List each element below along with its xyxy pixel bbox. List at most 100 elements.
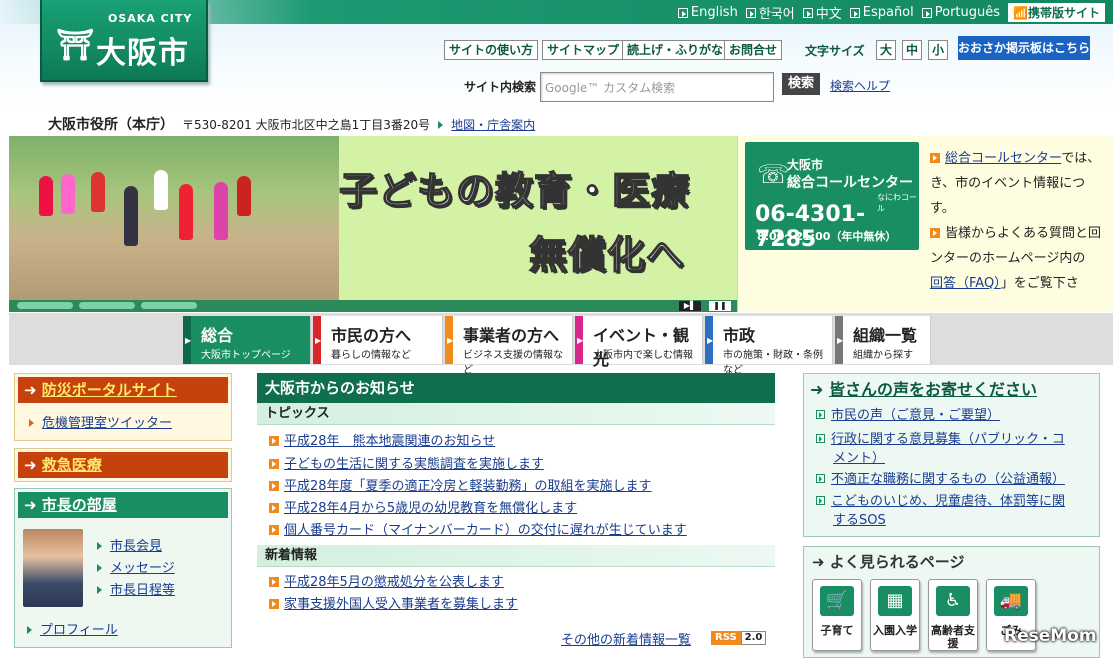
topic-item[interactable]: 個人番号カード（マイナンバーカード）の交付に遅れが生じています bbox=[269, 519, 687, 538]
font-size-label: 文字サイズ bbox=[805, 44, 865, 58]
call-center-link[interactable]: 総合コールセンター bbox=[945, 151, 1061, 166]
office-address: 大阪市役所（本庁） 〒530-8201 大阪市北区中之島1丁目3番20号 地図・… bbox=[48, 114, 535, 134]
whistleblowing-link[interactable]: 不適正な職務に関するもの（公益通報） bbox=[816, 470, 1065, 489]
carousel-dot[interactable] bbox=[17, 302, 73, 309]
site-usage-button[interactable]: サイトの使い方 bbox=[444, 40, 539, 60]
site-logo[interactable]: OSAKA CITY ⛩ 大阪市 bbox=[40, 0, 208, 82]
mayor-press-link[interactable]: 市長会見 bbox=[97, 535, 162, 554]
hero-banner[interactable]: 子どもの教育・医療 無償化へ ▶▌ ❚❚ bbox=[9, 136, 737, 312]
lang-spanish[interactable]: Español bbox=[849, 5, 914, 20]
nav-events[interactable]: ▶ イベント・観光 大阪市内で楽しむ情報 bbox=[575, 316, 703, 369]
arrow-icon bbox=[745, 7, 756, 18]
elderly-icon: ♿ bbox=[936, 586, 970, 616]
topic-item[interactable]: 子どもの生活に関する実態調査を実施します bbox=[269, 453, 544, 472]
triangle-icon bbox=[97, 542, 102, 550]
voice-panel: ➜ 皆さんの声をお寄せください 市民の声（ご意見・ご要望） 行政に関する意見募集… bbox=[803, 373, 1100, 537]
emergency-medical-link[interactable]: ➜ 救急医療 bbox=[18, 452, 228, 478]
mobile-site-link[interactable]: 📶携帯版サイト bbox=[1008, 3, 1105, 22]
cc-text-line: き、市のイベント情報につ bbox=[930, 176, 1086, 191]
children-photo bbox=[9, 136, 339, 302]
cc-tel: 06-4301-7285 bbox=[755, 202, 866, 252]
truck-icon: 🚚 bbox=[994, 586, 1028, 616]
lang-korean[interactable]: 한국어 bbox=[745, 3, 795, 22]
popular-childcare-button[interactable]: 🛒 子育て bbox=[812, 579, 862, 651]
arrow-icon bbox=[269, 436, 279, 446]
arrow-icon bbox=[269, 503, 279, 513]
arrow-icon: ➜ bbox=[810, 380, 829, 399]
search-help-link[interactable]: 検索ヘルプ bbox=[830, 77, 890, 94]
nav-general[interactable]: ▶ 総合 大阪市トップページ bbox=[183, 316, 311, 364]
rss-button[interactable]: RSS 2.0 bbox=[711, 631, 771, 645]
arrow-icon bbox=[816, 434, 825, 443]
lang-english[interactable]: English bbox=[677, 5, 738, 20]
cc-hours: 8:00～21:00（年中無休） bbox=[757, 230, 897, 243]
topic-item[interactable]: 平成28年4月から5歳児の幼児教育を無償化します bbox=[269, 497, 577, 516]
arrow-icon bbox=[677, 7, 688, 18]
mayor-box: ➜ 市長の部屋 市長会見 メッセージ 市長日程等 プロフィール bbox=[14, 488, 232, 648]
carousel-dot[interactable] bbox=[79, 302, 135, 309]
mayor-room-link[interactable]: ➜ 市長の部屋 bbox=[18, 492, 228, 518]
nav-citizens[interactable]: ▶ 市民の方へ 暮らしの情報など bbox=[313, 316, 443, 364]
crisis-twitter-link[interactable]: 危機管理室ツイッター bbox=[29, 412, 172, 431]
popular-school-button[interactable]: ▦ 入園入学 bbox=[870, 579, 920, 651]
arrow-icon bbox=[816, 474, 825, 483]
arrow-icon bbox=[921, 7, 932, 18]
disaster-portal-link[interactable]: ➜ 防災ポータルサイト bbox=[18, 377, 228, 403]
arrow-icon bbox=[816, 410, 825, 419]
citizen-voice-link[interactable]: 市民の声（ご意見・ご要望） bbox=[816, 406, 1000, 425]
mayor-schedule-link[interactable]: 市長日程等 bbox=[97, 579, 175, 598]
child-figure bbox=[61, 174, 75, 214]
arrow-icon bbox=[930, 228, 940, 238]
read-aloud-button[interactable]: 読上げ・ふりがな bbox=[622, 40, 729, 60]
cc-text-line: 皆様からよくある質問と回 bbox=[945, 226, 1102, 241]
triangle-icon bbox=[29, 419, 34, 427]
nav-business[interactable]: ▶ 事業者の方へ ビジネス支援の情報など bbox=[445, 316, 573, 376]
contact-button[interactable]: お問合せ bbox=[724, 40, 783, 60]
mayor-message-link[interactable]: メッセージ bbox=[97, 557, 175, 576]
nav-city-govt[interactable]: ▶ 市政 市の施策・財政・条例など bbox=[705, 316, 833, 376]
triangle-icon bbox=[97, 564, 102, 572]
cc-name2: 総合コールセンター bbox=[787, 175, 913, 191]
city-emblem-icon: ⛩ bbox=[56, 28, 95, 63]
disaster-portal-box: ➜ 防災ポータルサイト 危機管理室ツイッター bbox=[14, 373, 232, 441]
arrow-icon: ▶ bbox=[185, 336, 192, 345]
bbs-button[interactable]: おおさか掲示板はこちら bbox=[958, 36, 1090, 60]
font-size-large-button[interactable]: 大 bbox=[876, 40, 896, 60]
font-size-medium-button[interactable]: 中 bbox=[902, 40, 922, 60]
carousel-dot[interactable] bbox=[141, 302, 197, 309]
cc-name1: 大阪市 bbox=[787, 158, 824, 172]
topic-item[interactable]: 平成28年 熊本地震関連のお知らせ bbox=[269, 430, 495, 449]
public-comment-link[interactable]: 行政に関する意見募集（パブリック・コ メント） bbox=[816, 430, 1065, 468]
mayor-profile-link[interactable]: プロフィール bbox=[27, 619, 118, 638]
faq-link[interactable]: 回答（FAQ） bbox=[930, 276, 1001, 291]
arrow-icon bbox=[849, 7, 860, 18]
play-icon[interactable]: ▶▌ bbox=[679, 301, 701, 311]
child-figure bbox=[154, 170, 168, 210]
map-link[interactable]: 地図・庁舎案内 bbox=[438, 116, 535, 133]
font-size-small-button[interactable]: 小 bbox=[928, 40, 948, 60]
call-center-banner[interactable]: ☏ 大阪市 総合コールセンター なにわコール 06-4301-7285 8:00… bbox=[745, 142, 919, 252]
nav-organization[interactable]: ▶ 組織一覧 組織から探す bbox=[835, 316, 931, 364]
pause-icon[interactable]: ❚❚ bbox=[709, 301, 731, 311]
search-input[interactable]: Google™ カスタム検索 bbox=[540, 72, 774, 102]
popular-elderly-button[interactable]: ♿ 高齢者支援 bbox=[928, 579, 978, 651]
office-name: 大阪市役所（本庁） bbox=[48, 117, 174, 133]
news-item[interactable]: 平成28年5月の懲戒処分を公表します bbox=[269, 571, 504, 590]
news-item[interactable]: 家事支援外国人受入事業者を募集します bbox=[269, 593, 518, 612]
topic-item[interactable]: 平成28年度「夏季の適正冷房と軽装勤務」の取組を実施します bbox=[269, 475, 652, 494]
triangle-icon bbox=[438, 120, 444, 129]
search-button[interactable]: 検索 bbox=[782, 73, 820, 95]
voice-title-link[interactable]: ➜ 皆さんの声をお寄せください bbox=[810, 376, 1037, 400]
search-label: サイト内検索 bbox=[464, 80, 537, 94]
arrow-icon: ➜ bbox=[24, 496, 42, 514]
news-title: 大阪市からのお知らせ bbox=[257, 373, 775, 403]
lang-chinese[interactable]: 中文 bbox=[802, 3, 842, 22]
sitemap-button[interactable]: サイトマップ bbox=[542, 40, 625, 60]
cc-text-line: す。 bbox=[930, 201, 955, 216]
more-news-link[interactable]: その他の新着情報一覧 bbox=[561, 629, 691, 648]
lang-portuguese[interactable]: Português bbox=[921, 5, 1000, 20]
child-figure bbox=[179, 184, 193, 240]
child-sos-link[interactable]: こどものいじめ、児童虐待、体罰等に関 するSOS bbox=[816, 492, 1065, 530]
school-icon: ▦ bbox=[878, 586, 912, 616]
arrow-icon bbox=[930, 153, 940, 163]
